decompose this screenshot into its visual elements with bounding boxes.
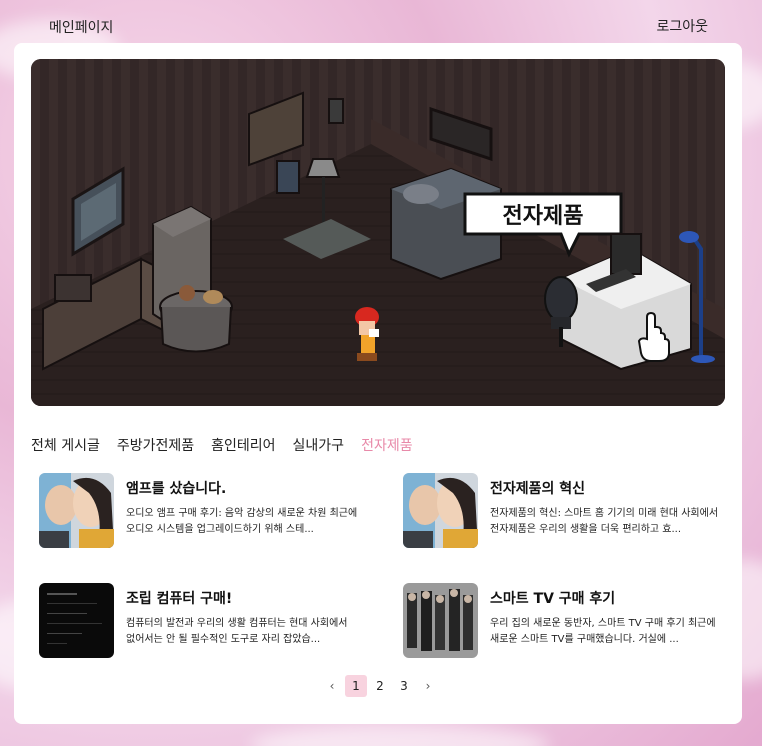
post-title: 전자제품의 혁신 (490, 481, 586, 497)
post-thumbnail (39, 583, 114, 658)
post-excerpt: 오디오 앰프 구매 후기: 음악 감상의 새로운 차원 최근에 오디오 시스템을… (126, 508, 358, 535)
post-card[interactable]: 조립 컴퓨터 구매! 컴퓨터의 발전과 우리의 생활 컴퓨터는 현대 사회에서 … (39, 583, 359, 659)
room-banner: 전자제품 (31, 59, 725, 406)
home-link[interactable]: 메인페이지 (49, 17, 113, 37)
tab-indoor-furniture[interactable]: 실내가구 (293, 435, 345, 455)
post-thumbnail (403, 583, 478, 658)
post-card[interactable]: 앰프를 샀습니다. 오디오 앰프 구매 후기: 음악 감상의 새로운 차원 최근… (39, 473, 359, 549)
post-thumbnail (39, 473, 114, 548)
background-cloud (250, 725, 550, 746)
page-button[interactable]: 3 (393, 675, 415, 697)
post-card[interactable]: 전자제품의 혁신 전자제품의 혁신: 스마트 홈 기기의 미래 현대 사회에서 … (403, 473, 723, 549)
page-button[interactable]: 1 (345, 675, 367, 697)
dining-table-icon (159, 285, 233, 353)
prev-page-button[interactable]: ‹ (321, 675, 343, 697)
bubble-label: 전자제품 (503, 204, 584, 229)
post-excerpt: 컴퓨터의 발전과 우리의 생활 컴퓨터는 현대 사회에서 없어서는 안 될 필수… (126, 618, 348, 645)
post-thumbnail (403, 473, 478, 548)
category-tabs: 전체 게시글 주방가전제품 홈인테리어 실내가구 전자제품 (31, 435, 413, 455)
pixel-room-illustration: 전자제품 (31, 59, 725, 406)
tab-kitchen-appliances[interactable]: 주방가전제품 (117, 435, 194, 455)
tab-home-interior[interactable]: 홈인테리어 (211, 435, 275, 455)
content-card: 전자제품 전체 게시글 주방가전제품 홈인테리어 실내가구 전자제품 앰프를 샀… (14, 43, 742, 724)
post-excerpt: 우리 집의 새로운 동반자, 스마트 TV 구매 후기 최근에 새로운 스마트 … (490, 618, 716, 645)
post-title: 스마트 TV 구매 후기 (490, 591, 616, 607)
logout-link[interactable]: 로그아웃 (656, 16, 708, 36)
next-page-button[interactable]: › (417, 675, 439, 697)
top-navigation: 메인페이지 로그아웃 (0, 0, 762, 44)
post-title: 조립 컴퓨터 구매! (126, 591, 233, 607)
tab-all-posts[interactable]: 전체 게시글 (31, 435, 100, 455)
tab-electronics[interactable]: 전자제품 (361, 435, 413, 455)
pagination: ‹ 1 2 3 › (321, 675, 439, 697)
page-button[interactable]: 2 (369, 675, 391, 697)
post-excerpt: 전자제품의 혁신: 스마트 홈 기기의 미래 현대 사회에서 전자제품은 우리의… (490, 508, 719, 535)
post-card[interactable]: 스마트 TV 구매 후기 우리 집의 새로운 동반자, 스마트 TV 구매 후기… (403, 583, 723, 659)
post-title: 앰프를 샀습니다. (126, 481, 227, 497)
